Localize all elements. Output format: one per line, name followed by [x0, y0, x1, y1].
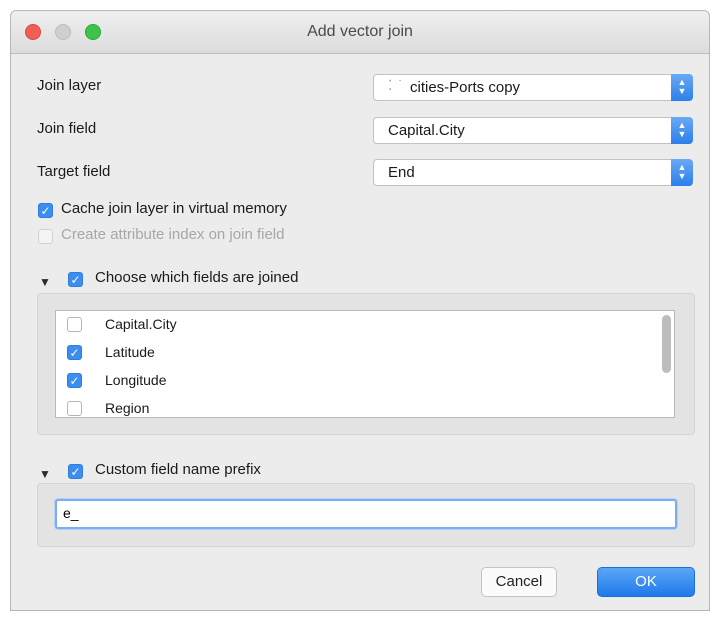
field-label: Region: [105, 400, 150, 416]
join-layer-value: cities-Ports copy: [410, 79, 521, 96]
list-item[interactable]: Region: [56, 395, 656, 417]
target-field-value: End: [388, 164, 415, 181]
field-checkbox[interactable]: [67, 401, 82, 416]
join-layer-label: Join layer: [37, 77, 102, 94]
list-scrollbar[interactable]: [662, 315, 671, 373]
field-label: Longitude: [105, 372, 167, 388]
field-label: Capital.City: [105, 316, 177, 332]
choose-fields-checkbox[interactable]: ✓: [68, 272, 83, 287]
chevron-updown-icon: ▲ ▼: [671, 117, 693, 144]
field-checkbox[interactable]: ✓: [67, 373, 82, 388]
prefix-input[interactable]: [57, 501, 657, 525]
disclosure-triangle-icon[interactable]: ▼: [39, 275, 51, 289]
cancel-button[interactable]: Cancel: [481, 567, 557, 597]
join-field-combo[interactable]: Capital.City ▲ ▼: [373, 117, 693, 144]
choose-fields-label: Choose which fields are joined: [95, 269, 299, 286]
field-label: Latitude: [105, 344, 155, 360]
chevron-updown-icon: ▲ ▼: [671, 74, 693, 101]
title-bar[interactable]: Add vector join: [11, 11, 709, 54]
custom-prefix-checkbox[interactable]: ✓: [68, 464, 83, 479]
field-checkbox[interactable]: ✓: [67, 345, 82, 360]
window-title: Add vector join: [307, 23, 413, 40]
list-item[interactable]: Capital.City: [56, 311, 656, 339]
custom-prefix-label: Custom field name prefix: [95, 461, 261, 478]
list-item[interactable]: ✓ Longitude: [56, 367, 656, 395]
join-field-label: Join field: [37, 120, 97, 137]
cache-join-layer-checkbox[interactable]: ✓: [38, 203, 53, 218]
join-field-value: Capital.City: [388, 122, 465, 139]
target-field-label: Target field: [37, 163, 111, 180]
cache-join-layer-label: Cache join layer in virtual memory: [61, 200, 287, 217]
field-checkbox[interactable]: [67, 317, 82, 332]
target-field-combo[interactable]: End ▲ ▼: [373, 159, 693, 186]
vector-layer-icon: ⁚ ˙: [388, 77, 405, 93]
prefix-input-field[interactable]: [55, 499, 677, 529]
list-item[interactable]: ✓ Latitude: [56, 339, 656, 367]
create-attribute-index-checkbox: [38, 229, 53, 244]
ok-button[interactable]: OK: [597, 567, 695, 597]
add-vector-join-dialog: Add vector join Join layer ⁚ ˙ cities-Po…: [10, 10, 710, 611]
join-layer-combo[interactable]: ⁚ ˙ cities-Ports copy ▲ ▼: [373, 74, 693, 101]
create-attribute-index-label: Create attribute index on join field: [61, 226, 285, 243]
fields-list[interactable]: Capital.City ✓ Latitude ✓ Longitude Regi…: [55, 310, 675, 418]
chevron-updown-icon: ▲ ▼: [671, 159, 693, 186]
disclosure-triangle-icon[interactable]: ▼: [39, 467, 51, 481]
